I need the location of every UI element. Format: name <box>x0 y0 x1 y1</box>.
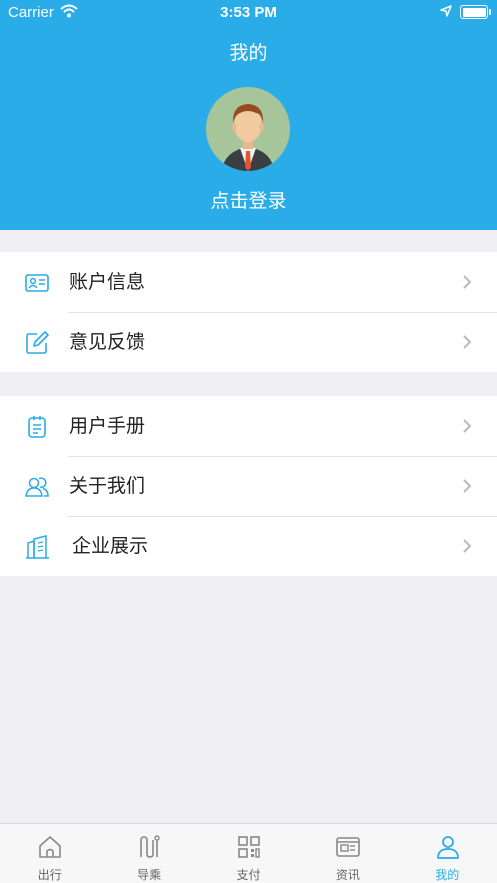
avatar[interactable] <box>206 87 290 171</box>
tab-label: 导乘 <box>137 868 162 882</box>
menu-group-info: 用户手册 关于我们 企业展示 <box>0 396 497 576</box>
chevron-right-icon <box>463 275 472 289</box>
tab-guide[interactable]: 导乘 <box>99 824 198 883</box>
menu-item-label: 用户手册 <box>69 415 146 437</box>
chevron-right-icon <box>463 335 472 349</box>
route-icon <box>140 835 161 858</box>
menu-item-label: 关于我们 <box>69 475 146 497</box>
home-icon <box>39 836 61 858</box>
menu-item-company-showcase[interactable]: 企业展示 <box>0 516 497 576</box>
person-icon <box>436 836 459 859</box>
tab-bar: 出行 导乘 支付 资讯 我的 <box>0 823 497 883</box>
chevron-right-icon <box>463 479 472 493</box>
status-bar: Carrier 3:53 PM <box>0 0 497 26</box>
tab-label: 支付 <box>236 868 261 882</box>
menu-item-label: 企业展示 <box>72 535 149 557</box>
tab-mine[interactable]: 我的 <box>398 824 497 883</box>
location-arrow-icon <box>440 5 452 17</box>
notebook-icon <box>28 416 46 438</box>
battery-icon <box>460 5 488 19</box>
login-button[interactable]: 点击登录 <box>0 186 497 213</box>
menu-item-label: 意见反馈 <box>69 331 146 353</box>
news-icon <box>336 837 360 857</box>
tab-pay[interactable]: 支付 <box>199 824 298 883</box>
menu-item-feedback[interactable]: 意见反馈 <box>0 312 497 372</box>
id-card-icon <box>25 274 49 292</box>
tab-label: 出行 <box>37 868 62 882</box>
menu-item-account-info[interactable]: 账户信息 <box>0 252 497 312</box>
chevron-right-icon <box>463 419 472 433</box>
chevron-right-icon <box>463 539 472 553</box>
menu-item-user-manual[interactable]: 用户手册 <box>0 396 497 456</box>
menu-item-label: 账户信息 <box>69 271 146 293</box>
users-icon <box>25 477 49 497</box>
tab-label: 资讯 <box>335 868 360 882</box>
menu-item-about-us[interactable]: 关于我们 <box>0 456 497 516</box>
clock: 3:53 PM <box>220 4 277 21</box>
battery-tip <box>489 9 491 15</box>
menu-group-account: 账户信息 意见反馈 <box>0 252 497 372</box>
profile-header: Carrier 3:53 PM 我的 点击登录 <box>0 0 497 230</box>
building-icon <box>26 535 49 559</box>
edit-icon <box>26 331 49 354</box>
tab-news[interactable]: 资讯 <box>298 824 397 883</box>
page-title: 我的 <box>229 42 268 64</box>
tab-travel[interactable]: 出行 <box>0 824 99 883</box>
avatar-person-icon <box>222 104 274 171</box>
tab-label: 我的 <box>435 868 460 882</box>
qrcode-icon <box>237 836 260 858</box>
